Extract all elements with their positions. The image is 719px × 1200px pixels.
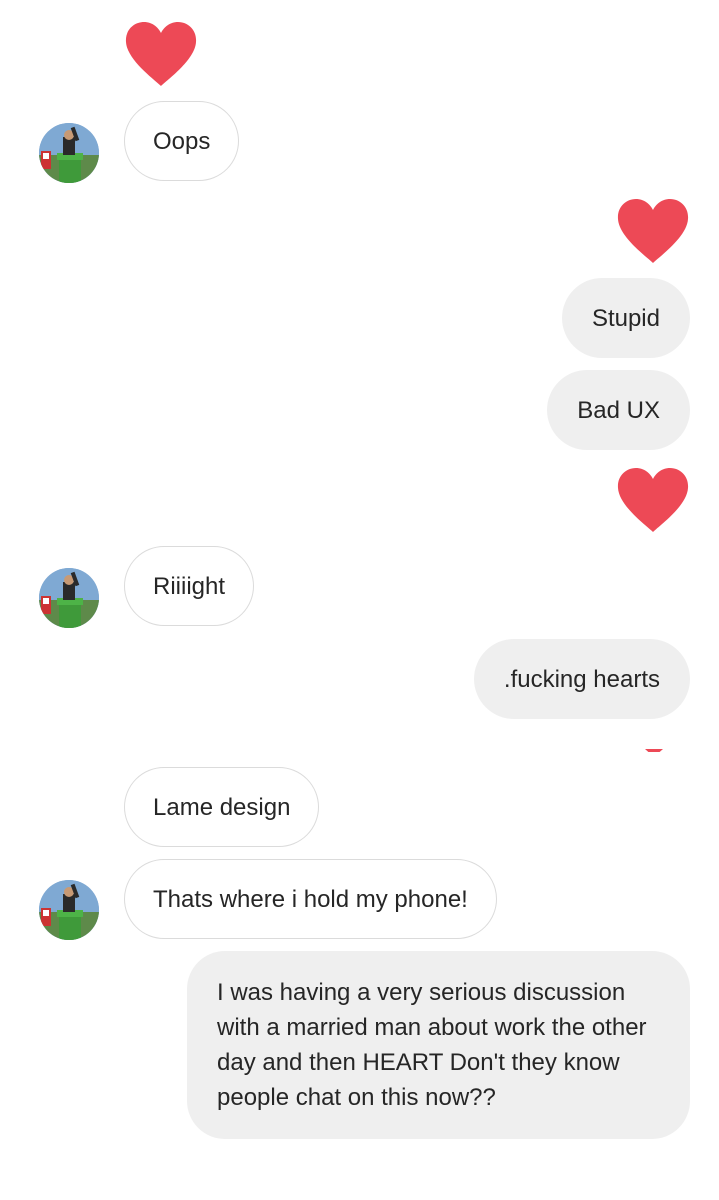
message-text: .fucking hearts — [503, 665, 660, 693]
avatar[interactable] — [39, 568, 99, 628]
message-bubble-incoming[interactable]: Lame design — [124, 767, 320, 847]
message-text: Riiiight — [153, 572, 226, 600]
chat-screen: { "colors": { "heart": "#ed4956", "incom… — [0, 0, 719, 1200]
avatar[interactable] — [39, 880, 99, 940]
message-text: I was having a very serious discussion w… — [217, 979, 647, 1111]
heart-icon — [645, 744, 663, 752]
message-text: Stupid — [591, 304, 660, 332]
message-bubble-incoming[interactable]: Thats where i hold my phone! — [124, 859, 497, 939]
message-bubble-incoming[interactable]: Riiiight — [124, 546, 255, 626]
heart-icon[interactable] — [615, 197, 691, 265]
message-bubble-outgoing[interactable]: Stupid — [561, 278, 690, 358]
heart-icon[interactable] — [123, 20, 199, 88]
message-bubble-incoming[interactable]: Oops — [124, 101, 240, 181]
message-text: Thats where i hold my phone! — [153, 885, 468, 913]
heart-icon[interactable] — [615, 466, 691, 534]
message-text: Oops — [153, 127, 211, 155]
message-bubble-outgoing[interactable]: Bad UX — [547, 370, 690, 450]
message-bubble-outgoing[interactable]: I was having a very serious discussion w… — [187, 951, 690, 1139]
message-text: Bad UX — [577, 396, 660, 424]
avatar[interactable] — [39, 123, 99, 183]
message-bubble-outgoing[interactable]: .fucking hearts — [473, 639, 690, 719]
message-text: Lame design — [153, 793, 291, 821]
